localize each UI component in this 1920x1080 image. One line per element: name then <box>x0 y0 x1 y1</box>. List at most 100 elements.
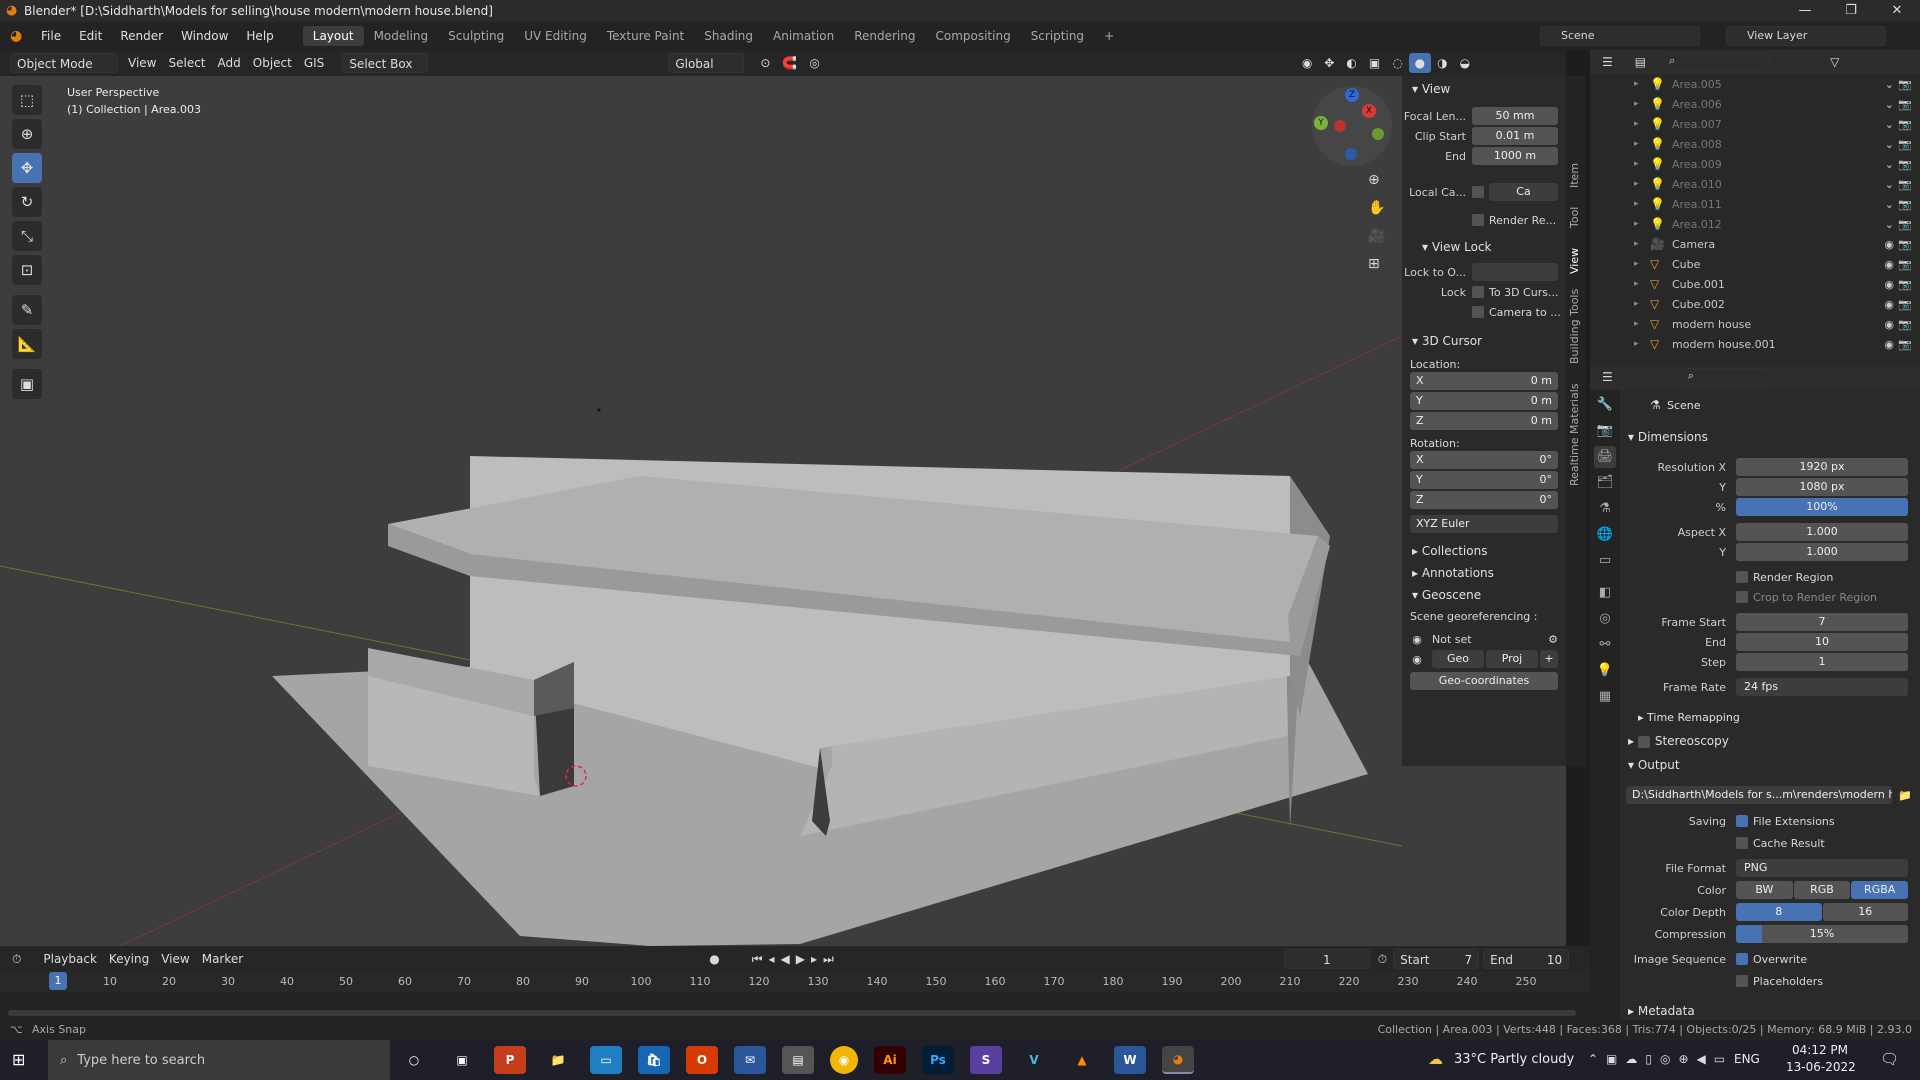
visibility-eye-icon[interactable]: ◉ <box>1884 298 1894 311</box>
camera-to-view-checkbox[interactable] <box>1472 306 1484 318</box>
visibility-eye-icon[interactable]: ⌄ <box>1885 98 1894 111</box>
start-frame-field[interactable]: Start 7 <box>1393 949 1480 969</box>
select-menu[interactable]: Select <box>162 53 211 73</box>
view-section-header[interactable]: ▾ View <box>1402 78 1566 100</box>
step-field[interactable]: 1 <box>1736 653 1908 671</box>
visibility-eye-icon[interactable]: ⌄ <box>1885 118 1894 131</box>
local-camera-field[interactable]: Ca <box>1489 183 1558 201</box>
weather-icon[interactable]: ☁ <box>1428 1050 1443 1068</box>
expand-arrow-icon[interactable]: ▸ <box>1634 199 1650 209</box>
local-camera-checkbox[interactable] <box>1472 186 1484 198</box>
tab-sculpting[interactable]: Sculpting <box>438 26 514 46</box>
outliner-search-input[interactable]: ⌕ <box>1660 53 1771 71</box>
task-view-icon[interactable]: ▣ <box>446 1046 478 1074</box>
menu-window[interactable]: Window <box>172 29 237 43</box>
xray-icon[interactable]: ▣ <box>1363 53 1386 73</box>
expand-arrow-icon[interactable]: ▸ <box>1634 99 1650 109</box>
resolution-x-field[interactable]: 1920 px <box>1736 458 1908 476</box>
file-explorer-icon[interactable]: 📁 <box>542 1046 574 1074</box>
cursor-tool-icon[interactable]: ⊕ <box>12 119 42 149</box>
expand-arrow-icon[interactable]: ▸ <box>1634 119 1650 129</box>
marker-menu[interactable]: Marker <box>196 949 249 969</box>
time-remapping-header[interactable]: ▸ Time Remapping <box>1638 711 1740 724</box>
tab-building-tools[interactable]: Building Tools <box>1568 289 1581 364</box>
menu-help[interactable]: Help <box>237 29 282 43</box>
gis-menu[interactable]: GIS <box>298 53 330 73</box>
view-lock-header[interactable]: ▾ View Lock <box>1402 236 1566 258</box>
world-properties-icon[interactable]: 🌐 <box>1594 524 1616 546</box>
tab-texture-paint[interactable]: Texture Paint <box>597 26 694 46</box>
visibility-eye-icon[interactable]: ⌄ <box>1885 158 1894 171</box>
depth-8-button[interactable]: 8 <box>1736 903 1822 921</box>
word-icon[interactable]: W <box>1114 1046 1146 1074</box>
frame-end-field[interactable]: 10 <box>1736 633 1908 651</box>
rotation-mode-dropdown[interactable]: XYZ Euler <box>1410 515 1558 533</box>
render-camera-icon[interactable]: 📷 <box>1898 98 1912 111</box>
playback-menu[interactable]: Playback <box>37 949 103 969</box>
render-camera-icon[interactable]: 📷 <box>1898 298 1912 311</box>
render-properties-icon[interactable]: 📷 <box>1594 420 1616 442</box>
tab-tool[interactable]: Tool <box>1568 207 1581 228</box>
measure-tool-icon[interactable]: 📐 <box>12 329 42 359</box>
render-camera-icon[interactable]: 📷 <box>1898 178 1912 191</box>
render-camera-icon[interactable]: 📷 <box>1898 138 1912 151</box>
solid-shading-icon[interactable]: ● <box>1408 53 1432 73</box>
resolution-y-field[interactable]: 1080 px <box>1736 478 1908 496</box>
cursor-rotation-y[interactable]: Y 0° <box>1410 471 1558 489</box>
blender-menu-icon[interactable]: ◕ <box>10 28 32 44</box>
close-button[interactable]: ✕ <box>1874 0 1920 22</box>
record-icon[interactable]: ● <box>709 952 719 966</box>
visibility-eye-icon[interactable]: ⌄ <box>1885 78 1894 91</box>
outliner-row[interactable]: ▸ 💡 Area.006 ⌄ 📷 <box>1590 94 1920 114</box>
visibility-eye-icon[interactable]: ◉ <box>1884 258 1894 271</box>
annotations-header[interactable]: ▸ Annotations <box>1402 562 1566 584</box>
clip-end-field[interactable]: 1000 m <box>1472 147 1558 165</box>
blender-taskbar-icon[interactable]: ◕ <box>1162 1046 1194 1074</box>
color-rgba-button[interactable]: RGBA <box>1851 881 1909 899</box>
office-icon[interactable]: O <box>686 1046 718 1074</box>
expand-arrow-icon[interactable]: ▸ <box>1634 239 1650 249</box>
menu-edit[interactable]: Edit <box>70 29 111 43</box>
system-tray-icons[interactable]: ⌃▣☁▯◎⊕◀▭ <box>1588 1052 1733 1066</box>
visibility-eye-icon[interactable]: ⌄ <box>1885 138 1894 151</box>
expand-arrow-icon[interactable]: ▸ <box>1634 279 1650 289</box>
pivot-icon[interactable]: ⊙ <box>754 53 776 73</box>
wireframe-shading-icon[interactable]: ◌ <box>1386 53 1408 73</box>
output-path-field[interactable]: D:\Siddharth\Models for s...m\renders\mo… <box>1626 786 1892 804</box>
frame-rate-dropdown[interactable]: 24 fps <box>1736 678 1908 696</box>
taskbar-search-box[interactable]: ⌕ Type here to search <box>48 1040 390 1080</box>
vray-icon[interactable]: V <box>1018 1046 1050 1074</box>
chrome-icon[interactable]: ◉ <box>830 1046 858 1074</box>
orientation-dropdown[interactable]: Global <box>668 53 745 73</box>
neg-x-icon[interactable] <box>1334 120 1346 132</box>
navigation-gizmo[interactable]: Z Y X <box>1312 86 1392 166</box>
output-properties-icon[interactable]: 🖨 <box>1594 446 1616 468</box>
constraint-properties-icon[interactable]: ⚯ <box>1594 634 1616 656</box>
tab-realtime-materials[interactable]: Realtime Materials <box>1568 384 1581 486</box>
end-frame-field[interactable]: End 10 <box>1483 949 1570 969</box>
outliner-row[interactable]: ▸ 💡 Area.009 ⌄ 📷 <box>1590 154 1920 174</box>
geoscene-settings-icon[interactable]: ⚙ <box>1548 633 1558 646</box>
tool-properties-icon[interactable]: 🔧 <box>1594 394 1616 416</box>
editor-type-icon[interactable]: ☰ <box>1602 55 1613 69</box>
overlays-icon[interactable]: ◐ <box>1340 53 1362 73</box>
visibility-eye-icon[interactable]: ⌄ <box>1885 218 1894 231</box>
move-tool-icon[interactable]: ✥ <box>12 153 42 183</box>
add-workspace-button[interactable]: + <box>1094 26 1124 46</box>
timeline-ruler[interactable]: 10 20 30 40 50 60 70 80 90 100 110 120 130 140 150 160 1… <box>0 972 1590 992</box>
object-properties-icon[interactable]: ◧ <box>1594 582 1616 604</box>
render-region-prop-checkbox[interactable] <box>1736 571 1748 583</box>
file-extensions-checkbox[interactable] <box>1736 815 1748 827</box>
lock-to-cursor-checkbox[interactable] <box>1472 286 1484 298</box>
windows-start-icon[interactable]: ⊞ <box>12 1050 25 1069</box>
cursor-rotation-x[interactable]: X 0° <box>1410 451 1558 469</box>
frame-start-field[interactable]: 7 <box>1736 613 1908 631</box>
add-cube-tool-icon[interactable]: ▣ <box>12 369 42 399</box>
y-axis-icon[interactable]: Y <box>1314 116 1328 130</box>
transform-tool-icon[interactable]: ⊡ <box>12 255 42 285</box>
material-shading-icon[interactable]: ◑ <box>1431 53 1453 73</box>
tab-rendering[interactable]: Rendering <box>844 26 925 46</box>
dimensions-header[interactable]: ▾ Dimensions <box>1628 430 1708 444</box>
annotate-tool-icon[interactable]: ✎ <box>12 295 42 325</box>
proportional-edit-icon[interactable]: ◎ <box>803 53 825 73</box>
